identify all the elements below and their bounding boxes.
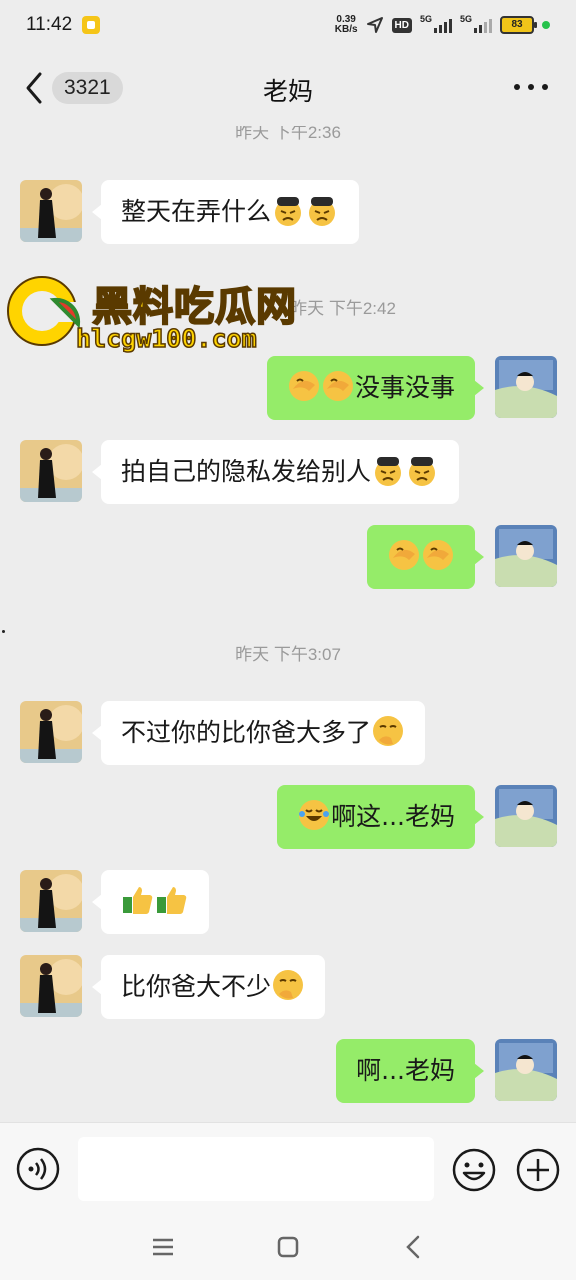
message-text: 比你爸大不少 — [121, 972, 272, 1001]
message-text: 没事没事 — [354, 373, 455, 402]
chat-title: 老妈 — [262, 77, 313, 106]
message-bubble-received[interactable] — [92, 870, 209, 934]
signal-icon-1: 5G — [420, 14, 452, 33]
message-text: 啊这...老妈 — [331, 802, 455, 831]
facepalm-emoji-icon — [423, 540, 453, 570]
contact-avatar[interactable] — [20, 955, 82, 1017]
message-bubble-received[interactable]: 不过你的比你爸大多了 — [91, 701, 426, 765]
system-nav-bar — [0, 1216, 576, 1280]
notification-icon — [82, 16, 100, 34]
contact-avatar[interactable] — [20, 701, 82, 763]
message-input[interactable] — [78, 1137, 434, 1201]
tired-face-emoji-icon — [309, 197, 336, 226]
self-avatar[interactable] — [495, 356, 557, 418]
facepalm-emoji-icon — [322, 371, 353, 401]
self-avatar[interactable] — [495, 525, 557, 587]
watermark-logo-icon — [7, 276, 81, 346]
timestamp: 昨天 下午3:07 — [235, 645, 341, 664]
thumbs-up-emoji-icon — [157, 887, 187, 914]
facepalm-emoji-icon — [389, 540, 419, 570]
voice-input-icon[interactable] — [16, 1147, 60, 1191]
smirk-emoji-icon — [373, 716, 404, 746]
tired-face-emoji-icon — [275, 197, 302, 226]
smirk-emoji-icon — [273, 970, 304, 1000]
hd-voice-icon: HD — [391, 17, 412, 33]
message-bubble-received[interactable]: 比你爸大不少 — [91, 955, 326, 1019]
home-icon[interactable] — [277, 1236, 299, 1258]
network-speed: 0.39 KB/s — [335, 15, 358, 35]
tired-face-emoji-icon — [375, 457, 402, 486]
recent-apps-icon[interactable] — [152, 1237, 174, 1257]
message-bubble-received[interactable]: 拍自己的隐私发给别人 — [91, 440, 460, 504]
message-text: 不过你的比你爸大多了 — [121, 718, 372, 747]
message-text: 拍自己的隐私发给别人 — [121, 457, 372, 486]
message-bubble-sent[interactable]: 啊...老妈 — [336, 1039, 484, 1103]
chat-header: 3321 老妈 — [0, 52, 576, 124]
contact-avatar[interactable] — [20, 870, 82, 932]
network-speed-unit: KB/s — [334, 24, 358, 35]
edge-dot — [2, 630, 5, 633]
contact-avatar[interactable] — [20, 440, 82, 502]
nav-back-icon[interactable] — [404, 1235, 422, 1259]
message-text: 啊...老妈 — [356, 1056, 455, 1085]
contact-avatar[interactable] — [20, 180, 82, 242]
watermark: 黑料吃瓜网 hlcgw100.com — [4, 272, 324, 362]
status-bar: 11:42 0.39 KB/s HD 5G 5G 83 — [0, 0, 576, 52]
signal-icon-2: 5G — [460, 14, 492, 33]
message-bubble-sent[interactable]: 啊这...老妈 — [277, 785, 484, 849]
more-actions-plus-icon[interactable] — [515, 1147, 561, 1193]
self-avatar[interactable] — [495, 785, 557, 847]
message-bubble-received[interactable]: 整天在弄什么 — [91, 180, 360, 244]
emoji-picker-icon[interactable] — [451, 1147, 497, 1193]
watermark-url: hlcgw100.com — [75, 323, 257, 354]
message-bubble-sent[interactable]: 没事没事 — [266, 356, 485, 420]
more-options-icon[interactable] — [514, 82, 548, 92]
laugh-cry-emoji-icon — [299, 800, 330, 830]
message-text: 整天在弄什么 — [121, 197, 272, 226]
tired-face-emoji-icon — [409, 457, 436, 486]
status-time: 11:42 — [26, 14, 73, 35]
signal1-label: 5G — [420, 14, 433, 24]
self-avatar[interactable] — [495, 1039, 557, 1101]
facepalm-emoji-icon — [288, 371, 319, 401]
thumbs-up-emoji-icon — [123, 887, 153, 914]
privacy-dot-icon — [542, 21, 550, 29]
status-indicators: 0.39 KB/s HD 5G 5G 83 — [335, 14, 550, 35]
location-arrow-icon — [366, 17, 383, 33]
signal2-label: 5G — [460, 14, 473, 24]
message-bubble-sent[interactable] — [367, 525, 484, 589]
input-bar — [0, 1122, 576, 1217]
battery-icon: 83 — [500, 16, 537, 34]
